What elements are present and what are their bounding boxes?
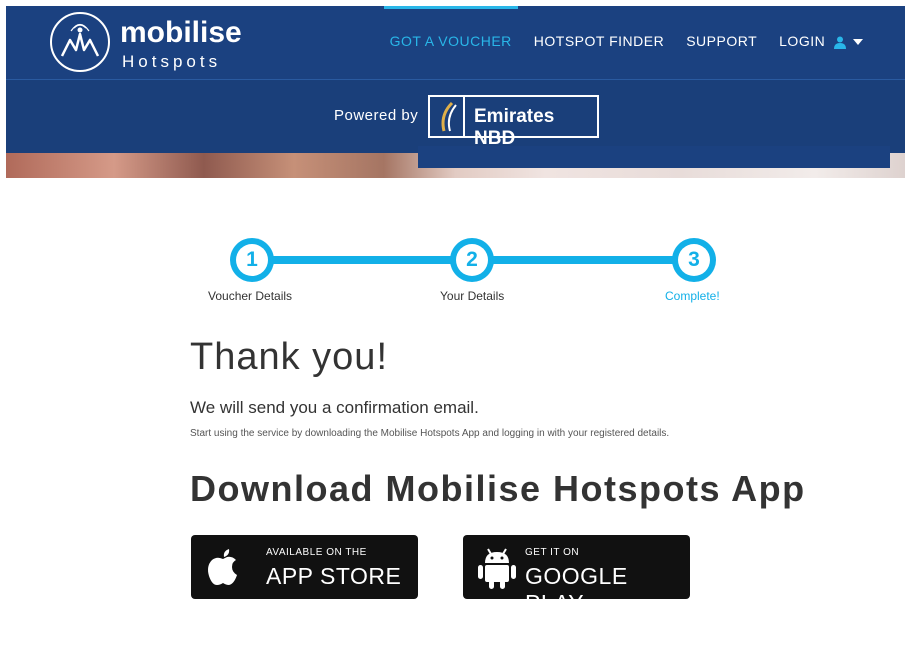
logo-subtitle: Hotspots [122,52,222,71]
step-1-label: Voucher Details [208,289,293,303]
nav-hotspot-finder[interactable]: HOTSPOT FINDER [534,6,664,80]
sponsor-emblem-icon [441,101,457,132]
google-play-big-text: GOOGLE PLAY [525,563,628,616]
google-play-button[interactable]: GET IT ON GOOGLE PLAY [463,535,690,616]
apple-icon [208,549,237,585]
confirmation-message: We will send you a confirmation email. [190,398,479,417]
sponsor-band: Powered by Emirates NBD [6,81,905,153]
thank-you-heading: Thank you! [190,336,388,378]
nav-login[interactable]: LOGIN [779,6,863,80]
caret-down-icon [853,39,863,46]
step-2-number: 2 [456,244,488,276]
nav-login-label: LOGIN [779,33,826,49]
app-store-small-text: AVAILABLE ON THE [266,547,367,558]
download-heading: Download Mobilise Hotspots App [190,468,806,509]
nav-got-a-voucher[interactable]: GOT A VOUCHER [383,6,518,80]
step-3-circle: 3 [672,238,716,282]
sponsor-name: Emirates NBD [474,106,555,149]
site-header: mobilise Hotspots GOT A VOUCHER HOTSPOT … [6,6,905,178]
user-icon [833,36,846,49]
nav-bar: mobilise Hotspots GOT A VOUCHER HOTSPOT … [6,6,905,80]
logo-emblem-icon [50,12,110,72]
app-store-big-text: APP STORE [266,563,402,589]
main-nav: GOT A VOUCHER HOTSPOT FINDER SUPPORT LOG… [368,6,863,80]
logo-name: mobilise [120,16,242,49]
step-3-number: 3 [678,244,710,276]
nav-support[interactable]: SUPPORT [686,6,757,80]
app-store-button[interactable]: AVAILABLE ON THE APP STORE [191,535,418,599]
site-logo[interactable]: mobilise Hotspots [50,10,250,76]
confirmation-detail: Start using the service by downloading t… [190,428,670,439]
step-1-circle: 1 [230,238,274,282]
sponsor-logo: Emirates NBD [428,95,599,149]
step-2-label: Your Details [440,289,505,303]
sponsor-divider [463,97,465,136]
progress-steps: 1 Voucher Details 2 Your Details 3 Compl… [186,236,748,306]
step-1-number: 1 [236,244,268,276]
android-icon [478,548,516,589]
powered-by-label: Powered by [334,107,419,124]
step-3-label: Complete! [665,289,720,303]
login-icons [833,6,863,76]
hero-card-edge [418,146,890,168]
google-play-small-text: GET IT ON [525,547,580,558]
step-2-circle: 2 [450,238,494,282]
